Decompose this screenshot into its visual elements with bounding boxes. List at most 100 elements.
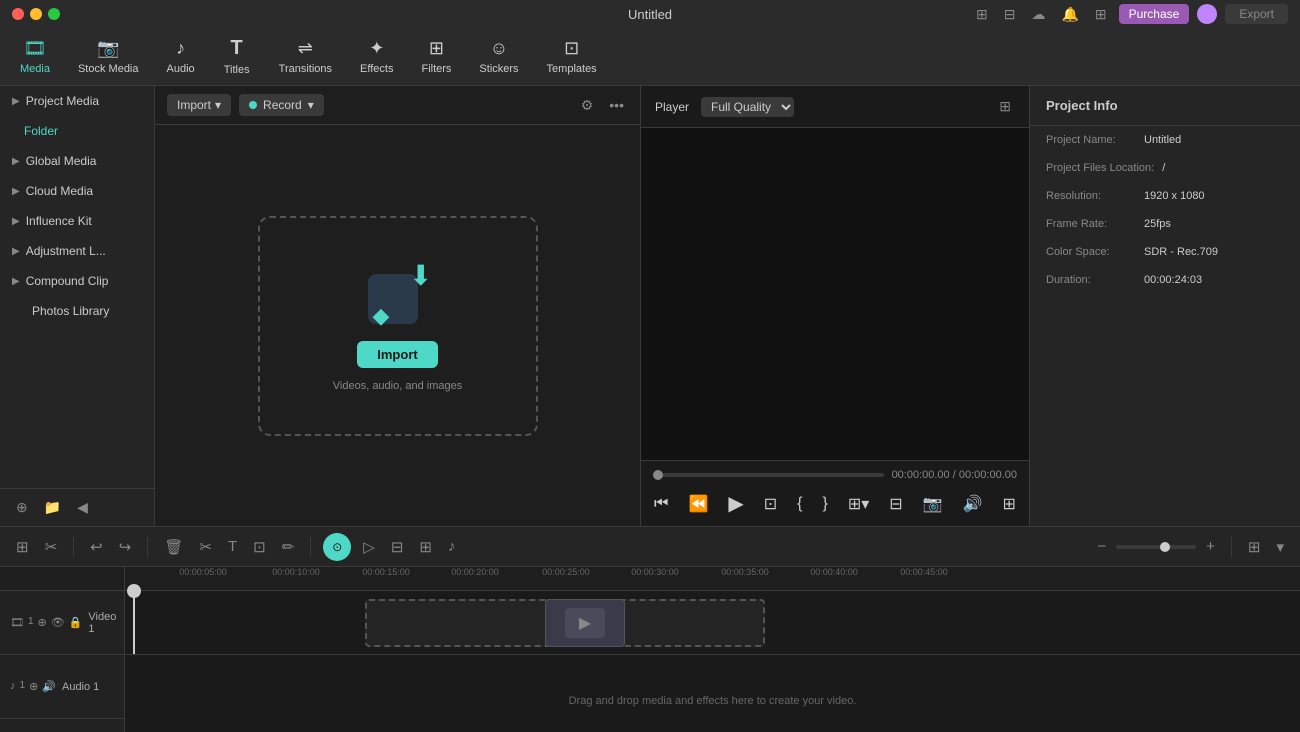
toolbar-item-stickers[interactable]: ☺ Stickers — [467, 32, 530, 81]
sidebar-item-cloud-media[interactable]: ▶ Cloud Media — [0, 176, 154, 206]
purchase-button[interactable]: Purchase — [1119, 4, 1190, 24]
track-mute-icon[interactable]: 🔊 — [42, 680, 56, 693]
expand-icon[interactable]: ⊞ — [999, 492, 1020, 516]
play-button[interactable]: ▶ — [724, 489, 747, 518]
snapshot-icon[interactable]: 📷 — [919, 492, 947, 516]
audio2-icon[interactable]: ♪ — [444, 534, 460, 559]
templates-icon: ⊡ — [564, 38, 579, 59]
collapse-icon[interactable]: ◀ — [73, 497, 92, 518]
sidebar-item-compound-clip[interactable]: ▶ Compound Clip — [0, 266, 154, 296]
audio-icon[interactable]: 🔊 — [959, 492, 987, 516]
sidebar-label-influence-kit: Influence Kit — [26, 214, 92, 228]
grid2-icon[interactable]: ⊞ — [1244, 534, 1265, 560]
layout-icon[interactable]: ⊞ — [1091, 4, 1111, 25]
sidebar-item-photos-library[interactable]: Photos Library — [0, 296, 154, 326]
zoom-in-icon[interactable]: + — [1202, 534, 1219, 559]
ripple-icon[interactable]: ▷ — [359, 534, 379, 560]
mark-options-icon[interactable]: ⊞▾ — [844, 492, 873, 516]
toolbar-item-media[interactable]: 🎞 Media — [8, 32, 62, 81]
color-space-label: Color Space: — [1046, 246, 1136, 258]
timeline-grid-icon[interactable]: ⊞ — [12, 534, 33, 560]
zoom-slider[interactable] — [1116, 545, 1196, 549]
grid-icon[interactable]: ⊟ — [1000, 4, 1020, 25]
sidebar-item-influence-kit[interactable]: ▶ Influence Kit — [0, 206, 154, 236]
import-box: ⬇ ◆ Import Videos, audio, and images — [258, 216, 538, 436]
pip-icon[interactable]: ⊞ — [415, 534, 436, 560]
insert-icon[interactable]: ⊟ — [885, 492, 906, 516]
ruler-mark: 00:00:25:00 — [542, 567, 590, 577]
more-options-icon[interactable]: ••• — [605, 95, 628, 116]
redo-icon[interactable]: ↪ — [115, 534, 136, 560]
clip2-icon[interactable]: ⊟ — [387, 534, 408, 560]
bell-icon[interactable]: 🔔 — [1057, 4, 1082, 25]
mark-out-icon[interactable]: } — [819, 493, 832, 515]
monitor-icon[interactable]: ⊞ — [972, 4, 992, 25]
toolbar-item-titles[interactable]: T Titles — [211, 31, 263, 82]
track-timeline: 00:00:05:00 00:00:10:00 00:00:15:00 00:0… — [125, 567, 1300, 732]
toolbar-item-stock-media[interactable]: 📷 Stock Media — [66, 32, 151, 81]
track-labels: 🎞 1 ⊕ 👁 🔒 Video 1 ♪ 1 ⊕ 🔊 Audio 1 — [0, 567, 125, 732]
cut-icon[interactable]: ✂ — [195, 534, 216, 560]
top-section: ▶ Project Media Folder ▶ Global Media ▶ … — [0, 86, 1300, 526]
ruler-spacer — [0, 567, 124, 591]
duration-value: 00:00:24:03 — [1144, 274, 1202, 286]
snap-button[interactable]: ⊙ — [323, 533, 351, 561]
cloud-icon[interactable]: ☁ — [1027, 4, 1049, 25]
undo-icon[interactable]: ↩ — [86, 534, 107, 560]
maximize-button[interactable] — [48, 8, 60, 20]
sidebar-item-adjustment[interactable]: ▶ Adjustment L... — [0, 236, 154, 266]
mark-in-icon[interactable]: { — [793, 493, 806, 515]
import-button[interactable]: Import ▾ — [167, 94, 231, 116]
toolbar-item-filters[interactable]: ⊞ Filters — [409, 32, 463, 81]
add-folder-icon[interactable]: ⊕ — [12, 497, 32, 518]
track-add-icon[interactable]: ⊕ — [38, 616, 47, 629]
text-icon[interactable]: T — [224, 534, 241, 559]
import-box-button[interactable]: Import — [357, 341, 437, 368]
sidebar-item-global-media[interactable]: ▶ Global Media — [0, 146, 154, 176]
playhead[interactable] — [133, 591, 135, 654]
audio-track-name: Audio 1 — [62, 681, 99, 693]
export-button[interactable]: Export — [1225, 4, 1288, 24]
title-bar-right: ⊞ ⊟ ☁ 🔔 ⊞ Purchase Export — [972, 4, 1288, 25]
track-add-icon[interactable]: ⊕ — [29, 680, 38, 693]
player-track[interactable] — [653, 473, 884, 477]
close-button[interactable] — [12, 8, 24, 20]
media-toolbar: Import ▾ Record ▾ ⚙ ••• — [155, 86, 640, 125]
fullscreen-icon[interactable]: ⊞ — [995, 96, 1015, 117]
filter-icon[interactable]: ⚙ — [577, 95, 598, 116]
minimize-button[interactable] — [30, 8, 42, 20]
toolbar-item-transitions[interactable]: ⇌ Transitions — [267, 32, 344, 81]
toolbar-label-titles: Titles — [224, 64, 250, 76]
audio-track-content: Drag and drop media and effects here to … — [125, 655, 1300, 719]
drop-hint-text: Drag and drop media and effects here to … — [569, 695, 857, 707]
video-clip-icon: 🎞 — [10, 616, 24, 629]
sidebar-item-project-media[interactable]: ▶ Project Media — [0, 86, 154, 116]
step-back-icon[interactable]: ⏪ — [684, 492, 712, 516]
delete-icon[interactable]: 🗑 — [160, 534, 187, 560]
info-row-framerate: Frame Rate: 25fps — [1030, 210, 1300, 238]
transitions-icon: ⇌ — [298, 38, 313, 59]
video-track-row: ▶ — [125, 591, 1300, 655]
info-row-resolution: Resolution: 1920 x 1080 — [1030, 182, 1300, 210]
track-eye-icon[interactable]: 👁 — [51, 616, 65, 629]
record-button[interactable]: Record ▾ — [239, 94, 324, 116]
track-lock-icon[interactable]: 🔒 — [69, 616, 83, 629]
toolbar-item-templates[interactable]: ⊡ Templates — [535, 32, 609, 81]
crop-icon[interactable]: ⊡ — [760, 492, 781, 516]
quality-select[interactable]: Full Quality — [701, 97, 794, 117]
toolbar-item-audio[interactable]: ♪ Audio — [155, 32, 207, 81]
track-icons: ♪ 1 ⊕ 🔊 — [10, 680, 56, 693]
draw-icon[interactable]: ✏ — [278, 534, 299, 560]
more-icon[interactable]: ▾ — [1272, 534, 1288, 560]
sidebar-label-cloud-media: Cloud Media — [26, 184, 93, 198]
ruler-mark: 00:00:30:00 — [631, 567, 679, 577]
zoom-out-icon[interactable]: − — [1093, 534, 1110, 559]
sidebar-item-folder[interactable]: Folder — [0, 116, 154, 146]
folder-icon[interactable]: 📁 — [40, 497, 65, 518]
traffic-lights — [12, 8, 60, 20]
timeline-magnet-icon[interactable]: ✂ — [41, 534, 62, 560]
toolbar-item-effects[interactable]: ✦ Effects — [348, 32, 405, 81]
clip-icon[interactable]: ⊡ — [249, 534, 270, 560]
main-toolbar: 🎞 Media 📷 Stock Media ♪ Audio T Titles ⇌… — [0, 28, 1300, 86]
skip-back-icon[interactable]: ⏮ — [650, 493, 672, 515]
